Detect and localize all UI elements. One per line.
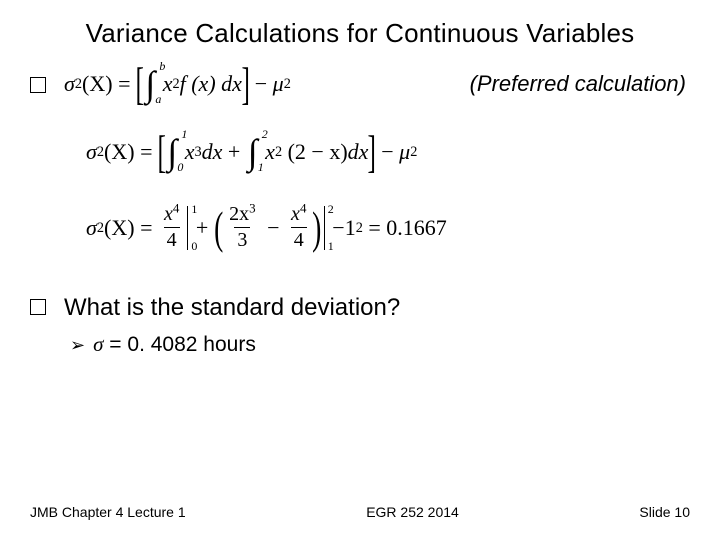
minus: − [381,139,393,165]
plus: + [196,215,208,241]
equals: = [140,139,152,165]
den: 4 [164,227,180,252]
integral-icon: ∫10 [167,131,177,173]
sigma: σ [86,139,97,165]
mu: μ [399,139,410,165]
num-x: x [291,203,300,225]
footer-center: EGR 252 2014 [366,504,459,520]
x: x [185,139,195,165]
lim-bot: 1 [258,160,264,175]
equation-2: σ2(X) = [ ∫10 x3dx + ∫21 x2 (2 − x)dx ] … [86,131,690,173]
fraction-2: 2x3 3 [226,203,259,252]
den: 4 [291,227,307,252]
row-eq3: σ2(X) = x4 4 10 + ( 2x3 3 − x4 4 ) 21 −1… [86,203,690,252]
row-eq2: σ2(X) = [ ∫10 x3dx + ∫21 x2 (2 − x)dx ] … [86,131,690,173]
annotation-preferred: (Preferred calculation) [470,71,690,97]
right-bracket-icon: ] [241,63,249,104]
arg: (X) [104,139,135,165]
sup: 3 [249,200,256,215]
answer-value: = 0. 4082 hours [103,333,255,356]
lim-top: 2 [262,127,268,142]
equation-1: σ2(X) = [ ∫ba x2 f (x) dx ] − μ2 [64,63,291,105]
eval-bar-icon: 21 [324,206,325,250]
equation-3: σ2(X) = x4 4 10 + ( 2x3 3 − x4 4 ) 21 −1… [86,203,690,252]
minus: − [255,71,267,97]
bullet-icon [30,77,46,93]
equals: = [118,71,130,97]
dx: dx [202,139,223,165]
row-eq1: σ2(X) = [ ∫ba x2 f (x) dx ] − μ2 (Prefer… [30,63,690,105]
e-bot: 0 [191,239,197,254]
slide: Variance Calculations for Continuous Var… [0,0,720,540]
footer-left: JMB Chapter 4 Lecture 1 [30,504,186,520]
dx: dx [348,139,369,165]
fraction-1: x4 4 [161,203,182,252]
left-bracket-icon: [ [135,63,143,104]
lim-top: b [159,59,165,74]
num: 2x [229,203,249,225]
equals: = [140,215,152,241]
sigma: σ [64,71,75,97]
fraction-3: x4 4 [288,203,309,252]
slide-title: Variance Calculations for Continuous Var… [30,18,690,49]
mu: μ [273,71,284,97]
integral-icon: ∫21 [248,131,258,173]
integral-icon: ∫ba [145,63,155,105]
den: 3 [234,227,250,252]
eval-bar-icon: 10 [187,206,188,250]
right-paren-icon: ) [313,207,322,248]
result-value: 0.1667 [386,215,447,241]
right-bracket-icon: ] [368,131,376,172]
question-text: What is the standard deviation? [64,294,400,322]
left-paren-icon: ( [214,207,223,248]
one: 1 [345,215,356,241]
footer-right: Slide 10 [639,504,690,520]
equals: = [368,215,380,241]
lim-top: 1 [181,127,187,142]
x: x [265,139,275,165]
paren: (2 − x) [288,139,348,165]
e-top: 1 [191,202,197,217]
sigma-symbol: σ [93,332,103,356]
left-bracket-icon: [ [157,131,165,172]
sigma: σ [86,215,97,241]
x: x [163,71,173,96]
lim-bot: a [155,92,161,107]
bullet-icon [30,299,46,315]
question-line: What is the standard deviation? [30,294,690,322]
arrow-icon: ➢ [70,335,85,356]
arg: (X) [82,71,113,97]
sup: 4 [300,200,307,215]
minus: − [267,215,279,241]
answer-line: ➢ σ = 0. 4082 hours [70,332,690,357]
lim-bot: 0 [177,160,183,175]
minus: − [332,215,344,241]
slide-footer: JMB Chapter 4 Lecture 1 EGR 252 2014 Sli… [30,504,690,520]
fxdx: f (x) dx [180,71,242,97]
arg: (X) [104,215,135,241]
sup: 4 [173,200,180,215]
e-bot: 1 [328,239,334,254]
e-top: 2 [328,202,334,217]
num-x: x [164,203,173,225]
plus: + [228,139,240,165]
